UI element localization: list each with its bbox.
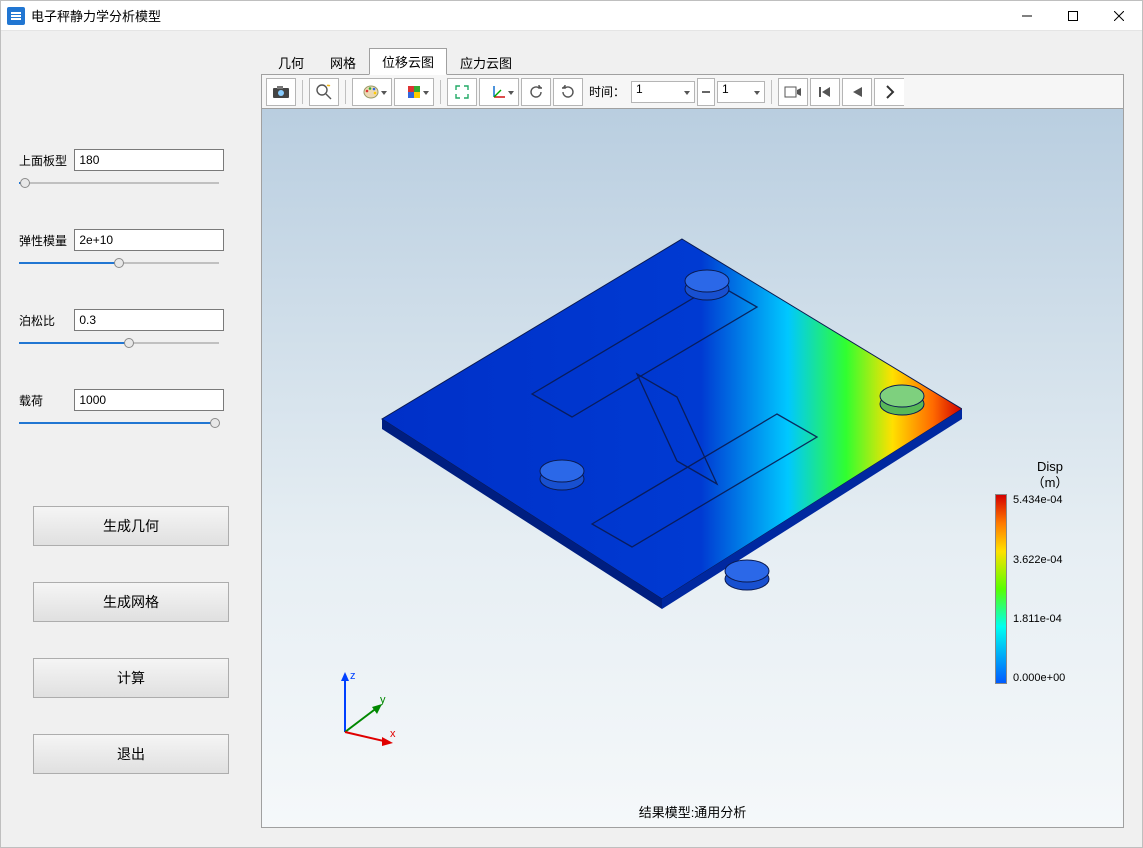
rotate-ccw-icon[interactable]	[521, 78, 551, 106]
viewport-3d[interactable]: z y x Disp （m）	[262, 109, 1123, 827]
time-select[interactable]: 1	[631, 81, 695, 103]
tab-stress[interactable]: 应力云图	[447, 49, 525, 75]
param-input-top-plate[interactable]	[74, 149, 224, 171]
sidebar: 上面板型 弹性模量 泊松比 载荷	[1, 31, 261, 847]
param-label-elastic-modulus: 弹性模量	[19, 232, 71, 249]
legend-title-1: Disp	[1037, 459, 1063, 474]
minimize-button[interactable]	[1004, 1, 1050, 31]
app-icon	[7, 7, 25, 25]
param-slider-elastic-modulus[interactable]	[19, 255, 219, 271]
play-reverse-icon[interactable]	[842, 78, 872, 106]
fit-view-icon[interactable]	[447, 78, 477, 106]
param-input-load[interactable]	[74, 389, 224, 411]
svg-text:x: x	[390, 728, 396, 740]
generate-mesh-button[interactable]: 生成网格	[33, 582, 229, 622]
time-step-scrubber[interactable]	[697, 78, 715, 106]
axes-gizmo: z y x	[330, 667, 410, 747]
param-input-poisson[interactable]	[74, 309, 224, 331]
compute-button[interactable]: 计算	[33, 658, 229, 698]
cube-dropdown-icon[interactable]	[394, 78, 434, 106]
time-label: 时间：	[589, 83, 625, 100]
viewer-toolbar: 时间： 1 1	[262, 75, 1123, 109]
tab-bar: 几何 网格 位移云图 应力云图	[261, 51, 1142, 75]
tab-geometry[interactable]: 几何	[265, 49, 317, 75]
rotate-cw-icon[interactable]	[553, 78, 583, 106]
skip-start-icon[interactable]	[810, 78, 840, 106]
tab-mesh[interactable]: 网格	[317, 49, 369, 75]
param-label-top-plate: 上面板型	[19, 152, 71, 169]
legend-tick: 5.434e-04	[1013, 494, 1065, 506]
zoom-icon[interactable]	[309, 78, 339, 106]
svg-text:y: y	[380, 694, 386, 706]
axes-dropdown-icon[interactable]	[479, 78, 519, 106]
param-label-load: 载荷	[19, 392, 71, 409]
close-button[interactable]	[1096, 1, 1142, 31]
titlebar: 电子秤静力学分析模型	[1, 1, 1142, 31]
tab-displacement[interactable]: 位移云图	[369, 48, 447, 75]
model-plate	[362, 209, 962, 629]
camera-icon[interactable]	[266, 78, 296, 106]
param-slider-poisson[interactable]	[19, 335, 219, 351]
color-legend: Disp （m） 5.434e-04 3.622e-04 1.811e-04 0…	[995, 459, 1105, 684]
param-slider-load[interactable]	[19, 415, 219, 431]
legend-title-2: （m）	[1032, 475, 1069, 490]
generate-geometry-button[interactable]: 生成几何	[33, 506, 229, 546]
viewport-caption: 结果模型:通用分析	[262, 802, 1123, 821]
step-select[interactable]: 1	[717, 81, 765, 103]
legend-bar	[995, 494, 1007, 684]
param-label-poisson: 泊松比	[19, 312, 71, 329]
param-slider-top-plate[interactable]	[19, 175, 219, 191]
legend-tick: 0.000e+00	[1013, 672, 1065, 684]
record-icon[interactable]	[778, 78, 808, 106]
viewer-frame: 时间： 1 1	[261, 74, 1124, 828]
maximize-button[interactable]	[1050, 1, 1096, 31]
legend-tick: 1.811e-04	[1013, 613, 1065, 625]
param-input-elastic-modulus[interactable]	[74, 229, 224, 251]
exit-button[interactable]: 退出	[33, 734, 229, 774]
toolbar-overflow-icon[interactable]	[874, 78, 904, 106]
legend-tick: 3.622e-04	[1013, 554, 1065, 566]
svg-text:z: z	[350, 670, 356, 682]
palette-dropdown-icon[interactable]	[352, 78, 392, 106]
window-title: 电子秤静力学分析模型	[31, 6, 161, 25]
